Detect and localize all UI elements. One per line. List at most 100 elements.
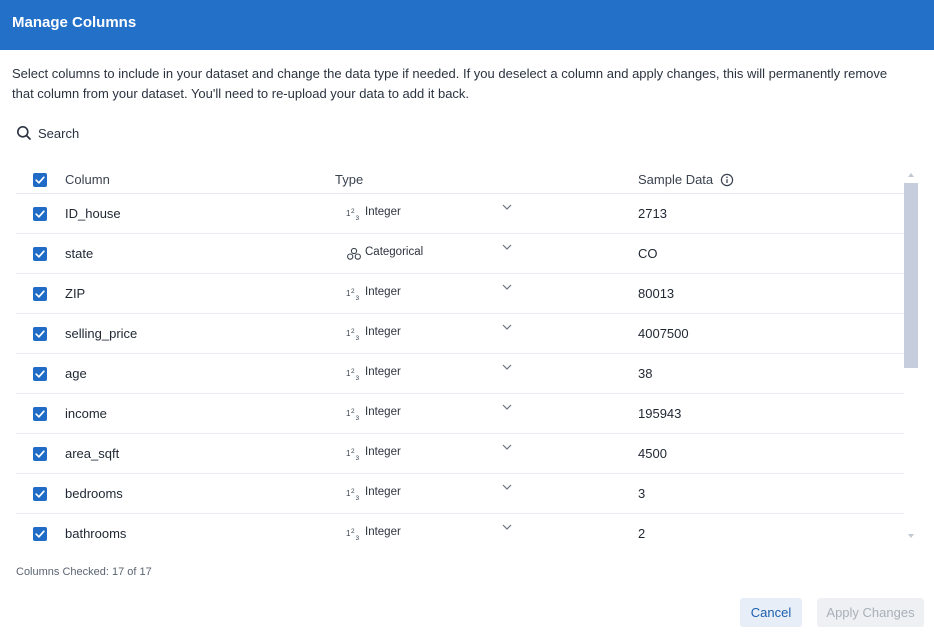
table-header: Column Type Sample Data [16,166,904,194]
select-all-checkbox[interactable] [33,173,47,187]
row-checkbox[interactable] [33,487,47,501]
sample-data-header: Sample Data [638,172,734,187]
column-name: bathrooms [65,526,127,541]
column-name: income [65,406,107,421]
column-name: age [65,366,87,381]
type-label: Integer [365,486,401,498]
chevron-down-icon [502,197,512,210]
table-row: income 1 2 3 Integer 195943 [16,394,904,434]
chevron-down-icon [502,517,512,530]
type-label: Integer [365,526,401,538]
column-name: ID_house [65,206,121,221]
dialog-header: Manage Columns [0,0,934,50]
dialog-title: Manage Columns [12,14,137,31]
column-name: selling_price [65,326,138,341]
sample-value: 80013 [638,286,675,301]
chevron-down-icon [502,277,512,290]
sample-value: CO [638,246,658,261]
categorical-type-icon [346,247,362,261]
table-row: ZIP 1 2 3 Integer 80013 [16,274,904,314]
table-row: ID_house 1 2 3 Integer 2713 [16,194,904,234]
type-dropdown[interactable]: 1 2 3 Integer [335,474,517,513]
row-checkbox[interactable] [33,407,47,421]
integer-type-icon: 123 [346,447,362,462]
sample-value: 4500 [638,446,667,461]
row-checkbox[interactable] [33,247,47,261]
sample-value: 38 [638,366,653,381]
row-checkbox[interactable] [33,527,47,541]
table-row: selling_price 1 2 3 Integer 4007500 [16,314,904,354]
column-header: Column [65,172,110,187]
cancel-button[interactable]: Cancel [740,598,802,627]
svg-text:3: 3 [356,495,360,501]
row-checkbox[interactable] [33,207,47,221]
sample-value: 2713 [638,206,667,221]
search-field[interactable]: Search [16,123,79,143]
type-label: Categorical [365,246,424,258]
chevron-down-icon [502,477,512,490]
columns-checked-count: Columns Checked: 17 of 17 [16,566,152,578]
scroll-down-arrow-icon[interactable] [908,534,914,538]
svg-text:3: 3 [356,215,360,221]
table-row: bedrooms 1 2 3 Integer 3 [16,474,904,514]
table-row: bathrooms 1 2 3 Integer 2 [16,514,904,552]
integer-type-icon: 123 [346,527,362,542]
type-dropdown[interactable]: 1 2 3 Integer [335,354,517,393]
sample-value: 195943 [638,406,682,421]
table-row: area_sqft 1 2 3 Integer 4500 [16,434,904,474]
type-dropdown[interactable]: 1 2 3 Integer [335,274,517,313]
chevron-down-icon [502,437,512,450]
column-name: area_sqft [65,446,120,461]
table-row: state Categorical CO [16,234,904,274]
type-label: Integer [365,366,401,378]
row-checkbox[interactable] [33,287,47,301]
type-label: Integer [365,326,401,338]
type-header: Type [335,172,364,187]
chevron-down-icon [502,237,512,250]
type-label: Integer [365,286,401,298]
table-scrollbar[interactable] [903,170,919,544]
type-dropdown[interactable]: 1 2 3 Integer [335,314,517,353]
type-dropdown[interactable]: 1 2 3 Integer [335,434,517,473]
table-row: age 1 2 3 Integer 38 [16,354,904,394]
row-checkbox[interactable] [33,327,47,341]
column-name: ZIP [65,286,86,301]
integer-type-icon: 123 [346,287,362,302]
sample-value: 3 [638,486,646,501]
table-body: ID_house 1 2 3 Integer 2713 state Categorical CO… [16,194,904,552]
svg-text:2: 2 [351,448,355,455]
integer-type-icon: 123 [346,327,362,342]
type-dropdown[interactable]: 1 2 3 Integer [335,514,517,552]
svg-text:3: 3 [356,295,360,301]
apply-changes-button: Apply Changes [817,598,924,627]
svg-text:3: 3 [356,535,360,541]
type-dropdown[interactable]: 1 2 3 Integer [335,394,517,433]
type-dropdown[interactable]: 1 2 3 Integer [335,194,517,233]
column-name: state [65,246,94,261]
sample-value: 4007500 [638,326,689,341]
integer-type-icon: 123 [346,487,362,502]
columns-table: Column Type Sample Data ID_house 1 2 3 Integ… [16,166,904,552]
svg-text:2: 2 [351,328,355,335]
integer-type-icon: 123 [346,407,362,422]
search-icon [16,125,32,141]
row-checkbox[interactable] [33,367,47,381]
info-icon[interactable] [720,173,734,187]
scroll-up-arrow-icon[interactable] [908,173,914,177]
svg-text:2: 2 [351,408,355,415]
row-checkbox[interactable] [33,447,47,461]
chevron-down-icon [502,317,512,330]
chevron-down-icon [502,357,512,370]
column-name: bedrooms [65,486,123,501]
svg-text:3: 3 [356,375,360,381]
integer-type-icon: 123 [346,367,362,382]
integer-type-icon: 123 [346,207,362,222]
type-label: Integer [365,406,401,418]
svg-text:3: 3 [356,335,360,341]
scroll-thumb[interactable] [904,183,918,368]
sample-value: 2 [638,526,646,541]
svg-text:2: 2 [351,368,355,375]
type-dropdown[interactable]: Categorical [335,234,517,273]
chevron-down-icon [502,397,512,410]
svg-text:2: 2 [351,208,355,215]
